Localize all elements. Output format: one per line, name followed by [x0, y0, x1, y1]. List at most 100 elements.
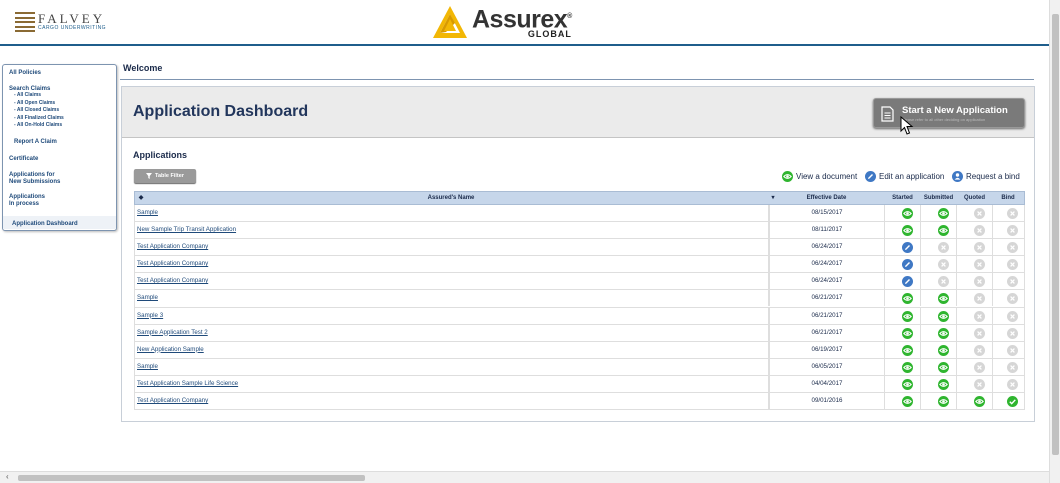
submitted-eye-icon[interactable] [938, 225, 949, 237]
assured-name-link[interactable]: Test Application Company [137, 393, 208, 409]
filter-icon [146, 173, 153, 179]
started-eye-icon[interactable] [902, 378, 913, 390]
effective-date-cell: 06/19/2017 [769, 341, 884, 358]
column-divider [992, 375, 993, 392]
started-pencil-icon[interactable] [902, 242, 913, 254]
table-row: New Sample Trip Transit Application 08/11… [134, 222, 1025, 240]
assured-name-link[interactable]: Sample [137, 290, 158, 306]
table-filter-label: Table Filter [155, 173, 184, 179]
assured-name-link[interactable]: Test Application Company [137, 239, 208, 255]
effective-date-cell: 06/05/2017 [769, 358, 884, 375]
effective-date-cell: 06/24/2017 [769, 273, 884, 290]
assured-name-link[interactable]: Test Application Sample Life Science [137, 376, 238, 392]
legend-request-label: Request a bind [966, 172, 1020, 181]
column-divider [768, 222, 769, 239]
sidebar-item-applications-process[interactable]: Applications In process [9, 194, 45, 207]
column-divider [884, 358, 885, 375]
app-window: { "header": { "falvey_name": "FALVEY", "… [0, 0, 1060, 483]
quoted-close-icon [974, 344, 985, 356]
applications-table: ◆ Assured's Name ▾ Effective Date Starte… [134, 191, 1025, 411]
column-divider [920, 273, 921, 290]
assurex-logo[interactable]: Assurex® GLOBAL [432, 4, 572, 39]
started-eye-icon[interactable] [902, 344, 913, 356]
table-header: ◆ Assured's Name ▾ Effective Date Starte… [134, 191, 1025, 205]
sidebar-item-finalized-claims[interactable]: - All Finalized Claims [14, 115, 64, 123]
assured-name-link[interactable]: Sample [137, 359, 158, 375]
sidebar-item-onhold-claims[interactable]: - All On-Hold Claims [14, 122, 62, 130]
submitted-eye-icon[interactable] [938, 396, 949, 408]
column-divider [956, 307, 957, 324]
assured-name-link[interactable]: Sample [137, 205, 158, 221]
start-new-application-button[interactable]: Start a New Application Please refer to … [873, 98, 1025, 128]
horizontal-scroll-thumb[interactable] [18, 475, 365, 481]
column-submitted[interactable]: Submitted [920, 192, 957, 205]
falvey-logo[interactable]: FALVEY CARGO UNDERWRITING [15, 12, 106, 32]
sidebar-item-applications-new-line2: New Submissions [9, 178, 61, 185]
table-body: Sample 08/15/2017 New Sample Trip Transit … [134, 205, 1025, 411]
sort-icon[interactable]: ◆ [137, 192, 145, 205]
sidebar-item-applications-new[interactable]: Applications for New Submissions [9, 172, 60, 185]
started-eye-icon[interactable] [902, 293, 913, 305]
started-pencil-icon[interactable] [902, 259, 913, 271]
sidebar-item-all-claims[interactable]: - All Claims [14, 92, 41, 100]
column-assured-name[interactable]: Assured's Name [145, 192, 757, 205]
started-eye-icon[interactable] [902, 310, 913, 322]
pencil-icon [865, 171, 876, 182]
bind-close-icon [1007, 293, 1018, 305]
column-quoted[interactable]: Quoted [957, 192, 992, 205]
sidebar-item-report-claim[interactable]: Report A Claim [14, 139, 57, 146]
table-row: Sample 06/21/2017 [134, 290, 1025, 308]
applications-heading: Applications [133, 150, 188, 160]
started-eye-icon[interactable] [902, 225, 913, 237]
submitted-eye-icon[interactable] [938, 310, 949, 322]
sidebar-item-certificate[interactable]: Certificate [9, 156, 38, 163]
scroll-left-arrow-icon[interactable]: ‹ [6, 472, 9, 481]
submitted-eye-icon[interactable] [938, 361, 949, 373]
column-divider [884, 290, 885, 307]
sidebar-item-application-dashboard[interactable]: Application Dashboard [12, 221, 78, 228]
column-divider [768, 307, 769, 324]
dashboard-header: Application Dashboard Start a New Applic… [122, 87, 1034, 138]
started-pencil-icon[interactable] [902, 276, 913, 288]
bind-check-icon[interactable] [1007, 396, 1018, 408]
sidebar-item-open-claims[interactable]: - All Open Claims [14, 100, 55, 108]
sidebar-item-closed-claims[interactable]: - All Closed Claims [14, 107, 59, 115]
submitted-eye-icon[interactable] [938, 293, 949, 305]
falvey-subtitle: CARGO UNDERWRITING [38, 25, 107, 31]
submitted-eye-icon[interactable] [938, 208, 949, 219]
column-divider [884, 205, 885, 221]
column-divider [956, 222, 957, 239]
assured-name-link[interactable]: Test Application Company [137, 256, 208, 272]
submitted-eye-icon[interactable] [938, 378, 949, 390]
assured-name-link[interactable]: New Application Sample [137, 342, 204, 358]
started-eye-icon[interactable] [902, 361, 913, 373]
column-divider [884, 341, 885, 358]
vertical-scroll-thumb[interactable] [1052, 14, 1059, 455]
assured-name-link[interactable]: Sample Application Test 2 [137, 325, 208, 341]
sidebar-item-all-policies[interactable]: All Policies [9, 70, 41, 77]
started-eye-icon[interactable] [902, 396, 913, 408]
table-filter-button[interactable]: Table Filter [134, 169, 196, 183]
legend-edit-label: Edit an application [879, 172, 945, 181]
quoted-close-icon [974, 361, 985, 373]
column-divider [956, 341, 957, 358]
started-eye-icon[interactable] [902, 327, 913, 339]
submitted-eye-icon[interactable] [938, 344, 949, 356]
quoted-close-icon [974, 208, 985, 219]
column-effective-date[interactable]: Effective Date [769, 192, 884, 205]
assured-name-link[interactable]: Test Application Company [137, 273, 208, 289]
started-eye-icon[interactable] [902, 208, 913, 219]
column-started[interactable]: Started [885, 192, 920, 205]
vertical-scrollbar[interactable] [1049, 0, 1060, 483]
column-divider [884, 393, 885, 410]
quoted-close-icon [974, 242, 985, 254]
column-divider [992, 256, 993, 273]
legend-view-label: View a document [796, 172, 858, 181]
welcome-heading: Welcome [123, 63, 163, 73]
horizontal-scrollbar[interactable]: ‹ [0, 471, 1049, 483]
assured-name-link[interactable]: Sample 3 [137, 308, 163, 324]
quoted-eye-icon[interactable] [974, 396, 985, 408]
column-bind[interactable]: Bind [992, 192, 1024, 205]
submitted-eye-icon[interactable] [938, 327, 949, 339]
assured-name-link[interactable]: New Sample Trip Transit Application [137, 222, 236, 238]
